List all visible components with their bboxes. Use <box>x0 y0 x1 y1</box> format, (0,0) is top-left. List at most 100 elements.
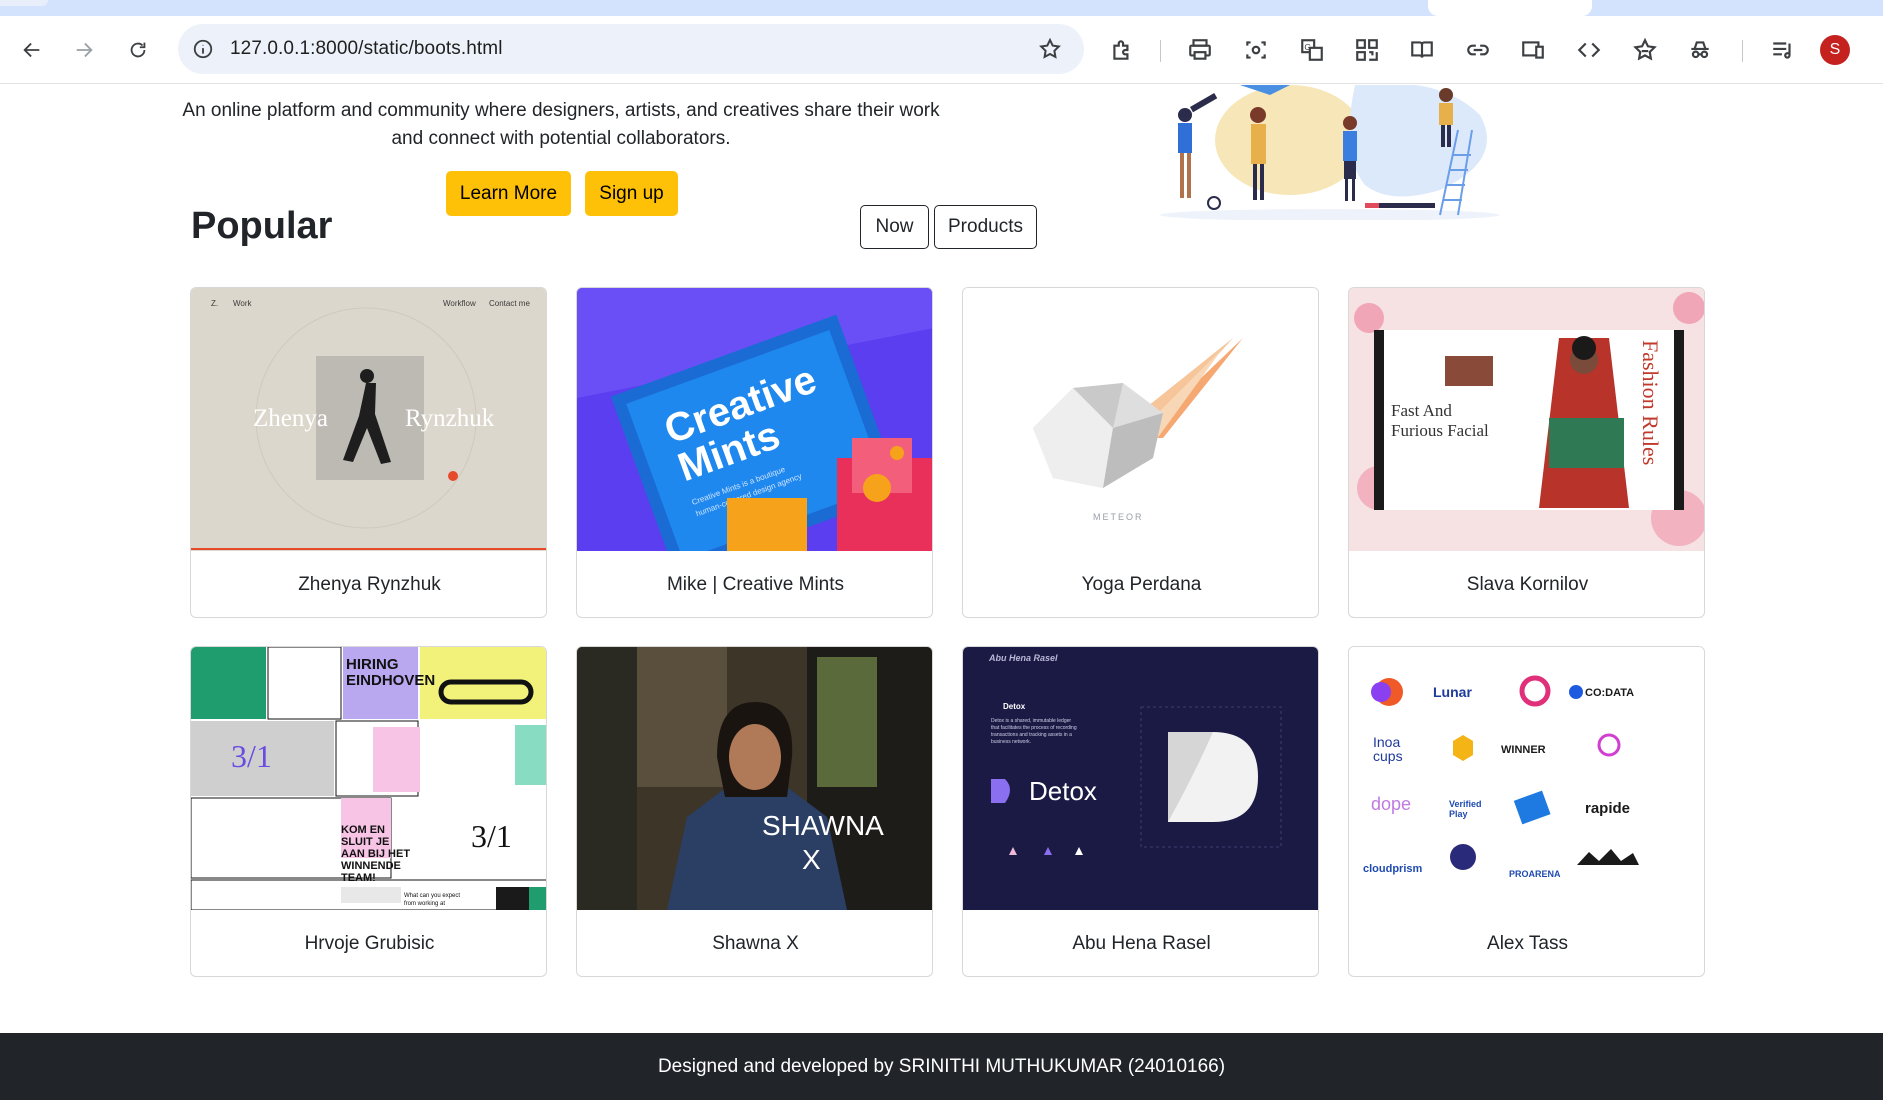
svg-text:HIRING: HIRING <box>346 656 399 673</box>
shot-card[interactable]: Lunar CO:DATA Inoa cups WINNER dope Veri… <box>1348 646 1705 977</box>
person-telescope <box>1178 93 1218 198</box>
svg-text:EINDHOVEN: EINDHOVEN <box>346 672 435 689</box>
svg-text:Detox: Detox <box>1029 776 1097 806</box>
reading-list-icon[interactable] <box>1769 36 1797 64</box>
shot-thumbnail[interactable]: Z. Work Workflow Contact me Zhenya Rynzh… <box>191 288 546 551</box>
svg-text:dope: dope <box>1371 794 1411 814</box>
svg-text:PROARENA: PROARENA <box>1509 869 1561 879</box>
svg-text:METEOR: METEOR <box>1093 512 1144 522</box>
sign-up-button[interactable]: Sign up <box>585 171 678 216</box>
svg-text:Contact me: Contact me <box>489 299 530 308</box>
svg-text:SLUIT JE: SLUIT JE <box>341 836 389 848</box>
shot-author[interactable]: Slava Kornilov <box>1349 551 1704 617</box>
shot-author[interactable]: Mike | Creative Mints <box>577 551 932 617</box>
shot-thumbnail[interactable]: SHAWNA X <box>577 647 932 910</box>
svg-text:that facilitates the process o: that facilitates the process of recordin… <box>991 725 1077 731</box>
reading-mode-icon[interactable] <box>1408 36 1436 64</box>
shot-card[interactable]: SHAWNA X Shawna X <box>576 646 933 977</box>
shot-author[interactable]: Yoga Perdana <box>963 551 1318 617</box>
bookmark-star-icon[interactable] <box>1038 37 1062 61</box>
svg-text:rapide: rapide <box>1585 800 1630 817</box>
svg-text:Furious Facial: Furious Facial <box>1391 421 1489 440</box>
shot-thumbnail[interactable]: Fast And Furious Facial Fashion Rules <box>1349 288 1704 551</box>
site-info-icon[interactable] <box>192 38 214 60</box>
view-source-icon[interactable] <box>1575 36 1603 64</box>
svg-text:AAN BIJ HET: AAN BIJ HET <box>341 848 410 860</box>
svg-text:Work: Work <box>233 299 253 308</box>
browser-toolbar: 127.0.0.1:8000/static/boots.html G S <box>0 16 1883 84</box>
svg-text:cloudprism: cloudprism <box>1363 863 1423 875</box>
translate-icon[interactable]: G <box>1298 36 1326 64</box>
svg-text:business network.: business network. <box>991 739 1031 745</box>
svg-text:Z.: Z. <box>211 299 218 308</box>
shot-thumbnail[interactable]: METEOR <box>963 288 1318 551</box>
reload-icon[interactable] <box>120 32 156 68</box>
svg-text:3/1: 3/1 <box>471 818 512 854</box>
shot-author[interactable]: Zhenya Rynzhuk <box>191 551 546 617</box>
shot-author[interactable]: Hrvoje Grubisic <box>191 910 546 976</box>
shot-author[interactable]: Shawna X <box>577 910 932 976</box>
tab-strip <box>0 0 1883 16</box>
svg-text:G: G <box>1304 42 1311 52</box>
toolbar-divider <box>1160 40 1161 62</box>
svg-text:Lunar: Lunar <box>1433 684 1472 700</box>
learn-more-button[interactable]: Learn More <box>446 171 571 216</box>
incognito-icon[interactable] <box>1686 36 1714 64</box>
profile-avatar[interactable]: S <box>1820 35 1850 65</box>
svg-text:Detox: Detox <box>1003 702 1026 711</box>
screenshot-icon[interactable] <box>1242 36 1270 64</box>
filter-products-button[interactable]: Products <box>934 205 1037 249</box>
svg-text:Workflow: Workflow <box>443 299 476 308</box>
svg-text:What can you expect: What can you expect <box>404 893 460 899</box>
svg-text:Zhenya: Zhenya <box>253 405 328 432</box>
copy-link-icon[interactable] <box>1464 36 1492 64</box>
svg-text:Abu Hena Rasel: Abu Hena Rasel <box>988 653 1058 663</box>
hero-description: An online platform and community where d… <box>182 100 940 149</box>
svg-text:WINNENDE: WINNENDE <box>341 860 401 872</box>
svg-text:KOM EN: KOM EN <box>341 824 385 836</box>
shot-author[interactable]: Alex Tass <box>1349 910 1704 976</box>
shot-card[interactable]: Abu Hena Rasel Detox Detox is a shared, … <box>962 646 1319 977</box>
shot-thumbnail[interactable]: Creative Mints Creative Mints is a bouti… <box>577 288 932 551</box>
svg-text:Rynzhuk: Rynzhuk <box>405 405 495 432</box>
cast-icon[interactable] <box>1519 36 1547 64</box>
page-footer: Designed and developed by SRINITHI MUTHU… <box>0 1033 1883 1100</box>
svg-text:3/1: 3/1 <box>231 738 272 774</box>
tab-inactive[interactable] <box>0 0 48 6</box>
svg-text:cups: cups <box>1373 748 1403 764</box>
hero-illustration <box>1160 85 1500 220</box>
footer-credit: Designed and developed by SRINITHI MUTHU… <box>657 1055 1226 1077</box>
shot-thumbnail[interactable]: Abu Hena Rasel Detox Detox is a shared, … <box>963 647 1318 910</box>
shot-author[interactable]: Abu Hena Rasel <box>963 910 1318 976</box>
shot-card[interactable]: Z. Work Workflow Contact me Zhenya Rynzh… <box>190 287 547 618</box>
toolbar-divider <box>1742 40 1743 62</box>
svg-text:X: X <box>802 844 821 875</box>
address-bar[interactable]: 127.0.0.1:8000/static/boots.html <box>178 24 1084 74</box>
favorites-icon[interactable] <box>1631 36 1659 64</box>
svg-text:Detox is a shared, immutable l: Detox is a shared, immutable ledger <box>991 718 1071 724</box>
filter-now-button[interactable]: Now <box>860 205 929 249</box>
page-viewport: An online platform and community where d… <box>0 85 1883 1100</box>
url-text[interactable]: 127.0.0.1:8000/static/boots.html <box>230 38 503 60</box>
shot-thumbnail[interactable]: HIRING EINDHOVEN KOM EN SLUIT JE AAN BIJ… <box>191 647 546 910</box>
shot-thumbnail[interactable]: Lunar CO:DATA Inoa cups WINNER dope Veri… <box>1349 647 1704 910</box>
extensions-icon[interactable] <box>1108 36 1136 64</box>
svg-text:transactions and tracking asse: transactions and tracking assets in a <box>991 732 1072 738</box>
shot-card[interactable]: HIRING EINDHOVEN KOM EN SLUIT JE AAN BIJ… <box>190 646 547 977</box>
print-icon[interactable] <box>1186 36 1214 64</box>
svg-text:from working at: from working at <box>404 901 445 907</box>
qr-code-icon[interactable] <box>1353 36 1381 64</box>
popular-heading: Popular <box>191 205 333 247</box>
svg-text:SHAWNA: SHAWNA <box>762 810 884 841</box>
svg-text:CO:DATA: CO:DATA <box>1585 687 1634 699</box>
svg-text:WINNER: WINNER <box>1501 744 1546 756</box>
tab-active[interactable] <box>1428 0 1592 16</box>
back-arrow-icon[interactable] <box>14 32 50 68</box>
svg-text:Play: Play <box>1449 809 1468 819</box>
shot-card[interactable]: Fast And Furious Facial Fashion Rules Sl… <box>1348 287 1705 618</box>
shot-card[interactable]: METEOR Yoga Perdana <box>962 287 1319 618</box>
shot-card[interactable]: Creative Mints Creative Mints is a bouti… <box>576 287 933 618</box>
forward-arrow-icon[interactable] <box>66 32 102 68</box>
svg-text:Verified: Verified <box>1449 799 1482 809</box>
svg-text:Fast And: Fast And <box>1391 401 1452 420</box>
